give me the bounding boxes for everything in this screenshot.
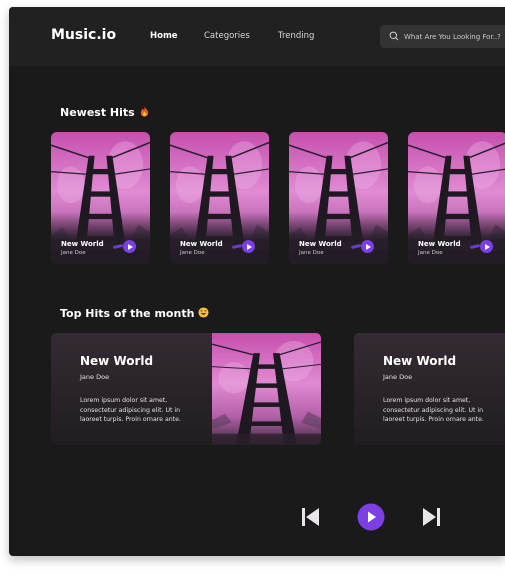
top-hits-heading: Top Hits of the month	[60, 307, 209, 320]
top-hit-card[interactable]: New World Jane Doe Lorem ipsum dolor sit…	[51, 333, 321, 445]
song-title: New World	[418, 240, 461, 248]
song-title: New World	[383, 354, 457, 368]
play-icon[interactable]	[242, 240, 255, 253]
newest-hit-card[interactable]: New World Jane Doe	[408, 132, 505, 264]
nav-home[interactable]: Home	[150, 31, 178, 41]
song-artist: Jane Doe	[61, 250, 86, 256]
search-icon	[389, 31, 399, 41]
play-icon[interactable]	[123, 240, 136, 253]
newest-hit-card[interactable]: New World Jane Doe	[51, 132, 150, 264]
song-title: New World	[61, 240, 104, 248]
newest-hits-heading: Newest Hits	[60, 106, 150, 119]
song-artist: Jane Doe	[383, 373, 413, 381]
top-hits-title: Top Hits of the month	[60, 307, 195, 320]
grinning-face-icon	[198, 307, 209, 318]
app-logo[interactable]: Music.io	[51, 27, 116, 43]
nav-trending[interactable]: Trending	[278, 31, 314, 41]
previous-icon[interactable]	[301, 507, 321, 527]
album-art-bridge	[212, 333, 321, 445]
nav-categories[interactable]: Categories	[204, 31, 250, 41]
song-description: Lorem ipsum dolor sit amet, consectetur …	[383, 397, 484, 423]
next-icon[interactable]	[421, 507, 441, 527]
search-input[interactable]	[404, 29, 505, 44]
card-gradient	[51, 212, 150, 264]
play-icon[interactable]	[357, 503, 385, 531]
play-icon[interactable]	[480, 240, 493, 253]
song-title: New World	[180, 240, 223, 248]
song-artist: Jane Doe	[299, 250, 324, 256]
card-gradient	[289, 212, 388, 264]
song-description: Lorem ipsum dolor sit amet, consectetur …	[80, 397, 181, 423]
search-box[interactable]	[380, 25, 505, 48]
newest-hits-title: Newest Hits	[60, 106, 135, 119]
card-gradient	[170, 212, 269, 264]
song-artist: Jane Doe	[418, 250, 443, 256]
song-artist: Jane Doe	[180, 250, 205, 256]
song-title: New World	[80, 354, 154, 368]
song-artist: Jane Doe	[80, 373, 110, 381]
top-hit-card[interactable]: New World Jane Doe Lorem ipsum dolor sit…	[354, 333, 505, 445]
top-navigation-bar: Music.io Home Categories Trending	[9, 7, 505, 66]
song-title: New World	[299, 240, 342, 248]
fire-icon	[140, 106, 148, 117]
newest-hit-card[interactable]: New World Jane Doe	[289, 132, 388, 264]
newest-hit-card[interactable]: New World Jane Doe	[170, 132, 269, 264]
card-gradient	[408, 212, 505, 264]
app-window: Music.io Home Categories Trending Newest…	[9, 7, 505, 556]
play-icon[interactable]	[361, 240, 374, 253]
